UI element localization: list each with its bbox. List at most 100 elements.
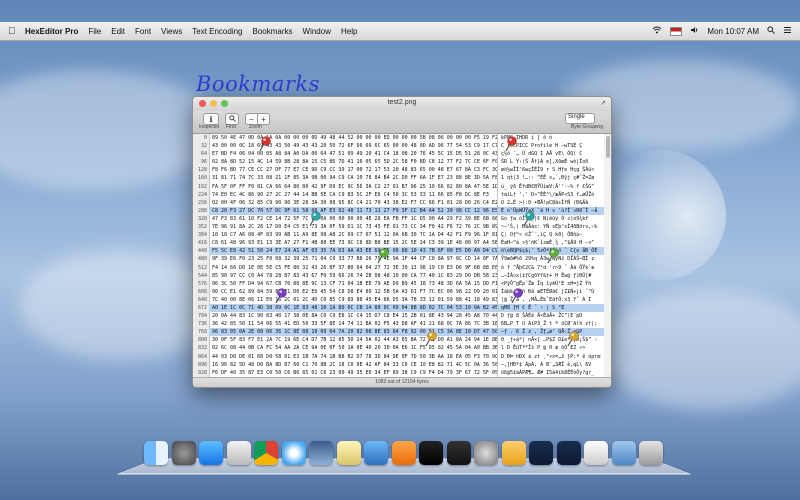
menu-bookmarks[interactable]: Bookmarks: [248, 27, 298, 36]
hex-row[interactable]: 89 50 4E 47 0D 0A 1A 0A 00 00 00 0D 49 4…: [209, 134, 497, 142]
hex-row[interactable]: 02 8A 8D 52 15 4C 14 59 8B 28 8A 15 C5 8…: [209, 158, 497, 166]
hex-row[interactable]: F5 5C E8 42 51 50 24 E7 24 A1 AF 03 35 7…: [209, 247, 497, 256]
ascii-row[interactable]: –‚]HÐº‡`ÁpÃ, À B¯„3ÆÎ è‚qL\ 6V: [498, 361, 604, 369]
hex-row[interactable]: E7 BD F4 06 04 00 05 A8 84 A0 DA 00 64 4…: [209, 150, 497, 158]
ascii-row[interactable]: ô f ^Åþ€2C& 7°d 'r>9 ˜ Àã ÖŸkˆæ: [498, 264, 604, 272]
pages-icon[interactable]: [501, 441, 526, 465]
scrollbar-thumb[interactable]: [606, 136, 610, 158]
ascii-row[interactable]: Gó ƒa òÎ r_|€ N(êûÿ Õ ¤)ò9¾kf: [498, 215, 604, 223]
menu-app-name[interactable]: HexEditor Pro: [20, 27, 83, 36]
hex-row[interactable]: 20 0A 44 83 1C 90 83 40 17 38 0E 8A C0 C…: [209, 312, 497, 320]
hex-row[interactable]: 36 42 85 50 11 54 06 55 41 ED 50 33 5F 8…: [209, 320, 497, 328]
ascii-row[interactable]: øö½wÎÌ'ßwçÎÉÌ9 r S Hƒe Hçg ŠÃü<: [498, 166, 604, 174]
ascii-row[interactable]: tàìL† ',' D»^ÊÉ³\/æÄP<S3 f…øÜŽó: [498, 191, 604, 199]
hex-row[interactable]: C8 61 48 96 93 E1 13 3E A7 27 F1 4B 88 E…: [209, 239, 497, 247]
photoshop-icon[interactable]: [556, 441, 581, 465]
ascii-row[interactable]: ~–‘Š,( ÐäÅás: YÑ sEþ‘sÌ4ðBörv,›‰: [498, 223, 604, 231]
hex-row[interactable]: A0 1E 1C 0C 71 4D 38 09 0C 1E 83 48 10 1…: [209, 303, 497, 313]
trash-icon[interactable]: [639, 441, 663, 465]
hex-row[interactable]: FA 5F 0F FF F0 81 CA 66 64 80 80 42 9F D…: [209, 183, 497, 191]
hex-row[interactable]: 7E 96 91 8A 2C 28 17 D0 E4 C5 E1 73 3A 0…: [209, 223, 497, 231]
hex-row[interactable]: 7C 40 00 8E 06 11 E0 16 2C 01 2C 4D C0 8…: [209, 296, 497, 304]
launchpad-icon[interactable]: [171, 441, 196, 465]
system-preferences-icon[interactable]: [474, 441, 498, 465]
hex-row[interactable]: 31 81 71 74 7C 33 08 21 1F 85 3A 9B 00 9…: [209, 174, 497, 182]
downloads-icon[interactable]: [611, 441, 636, 465]
volume-icon[interactable]: [690, 26, 699, 36]
ibooks-icon[interactable]: [391, 441, 416, 465]
hex-row[interactable]: 44 03 D0 DE 01 68 D0 58 01 E3 1B 7A 74 1…: [209, 353, 497, 361]
apple-menu-icon[interactable]: : [8, 26, 20, 37]
app-store-icon[interactable]: [199, 441, 223, 465]
ascii-row[interactable]: …—ÌÀ¤x(‡ƒCgðYf&t+ H Êw@ ƒ)ÐÛ[#: [498, 272, 604, 280]
ascii-row[interactable]: O 2…É >(:0 •ŒÄ!pC8â÷ÌfÑ (Ð&Äâ: [498, 199, 604, 207]
ascii-row[interactable]: D ƒ@ 8 ŠÀÉè Ä×ÈäÄ+ ŽC”(E¨pD: [498, 312, 604, 320]
menu-clock[interactable]: Mon 10:07 AM: [707, 27, 759, 36]
activity-monitor-icon[interactable]: [419, 441, 443, 465]
hex-row[interactable]: 74 E0 EC 4C 86 90 27 2C 27 44 14 BB 5E C…: [209, 191, 497, 199]
notification-center-icon[interactable]: [783, 26, 792, 36]
fullscreen-icon[interactable]: ↗: [600, 99, 606, 107]
menu-views[interactable]: Views: [156, 27, 187, 36]
hex-row[interactable]: 85 90 97 CC C0 A4 78 28 87 83 43 67 F0 5…: [209, 272, 497, 280]
byte-grouping-label: Byte Grouping: [571, 124, 603, 130]
menu-file[interactable]: File: [83, 27, 106, 36]
ascii-row[interactable]: 0 _ƒ÷á*| nÄ×{ …P$Z D£eºr¡Ð¡Š$” ‹: [498, 336, 604, 344]
hex-editor-icon[interactable]: [584, 441, 608, 465]
ascii-row[interactable]: D ÐÞ hÐX ã zt ¸²×x=„ž }P;ª ê óprœ: [498, 353, 604, 361]
ascii-row[interactable]: qM8 ƒH € Ë ˆ ‹ | S ²E: [498, 303, 604, 313]
hex-row[interactable]: 00 CC E1 62 89 84 59 83 F1 D0 E2 E6 45 5…: [209, 288, 497, 296]
hex-row[interactable]: F4 14 66 D0 1E 0E 5E C5 FE 80 32 43 26 8…: [209, 264, 497, 272]
window-titlebar[interactable]: test2.png ↗: [193, 97, 611, 111]
hex-row[interactable]: 9F 39 E6 F0 23 25 F0 08 32 39 25 71 04 C…: [209, 255, 497, 263]
photo-icon[interactable]: [309, 441, 333, 465]
safari-icon[interactable]: [281, 441, 306, 465]
ascii-row[interactable]: ú_ ÿð ÊfdB€BŸÙìœV:Â'‘·–% f €ŠG^: [498, 183, 604, 191]
ascii-row[interactable]: l D ÊüTª*Îš P @ 0 æ õÕ EZ »>: [498, 344, 604, 352]
finder-icon[interactable]: [144, 441, 168, 465]
ascii-row[interactable]: –ƒ . 6 Ž z ‚ Žƒ„ø’ QÅ:Ž ×GP: [498, 328, 604, 337]
textedit-icon[interactable]: [336, 441, 361, 465]
menu-help[interactable]: Help: [336, 27, 362, 36]
menu-window[interactable]: Window: [298, 27, 336, 36]
ascii-row[interactable]: ÈaH–“á >§'ñKˆîsœÈ¸¾ ,^$Ã9 H —¤^: [498, 239, 604, 247]
photoshop-icon[interactable]: [529, 441, 553, 465]
ascii-row[interactable]: È ó'ÜpWÜŸaX ¯ã H s 'ù?Ì´¤R0˜Ì –å: [498, 206, 604, 215]
input-source-flag-icon[interactable]: [670, 26, 683, 36]
menu-font[interactable]: Font: [130, 27, 156, 36]
preview-icon[interactable]: [226, 441, 251, 465]
wallpaper-cloud: [600, 290, 800, 410]
hex-row[interactable]: 16 96 82 5D 48 D0 BA 8D 87 60 C1 70 8B 2…: [209, 361, 497, 369]
hex-row[interactable]: C8 20 F3 27 DC 70 57 DC 9F 61 58 00 AF E…: [209, 206, 497, 215]
ascii-row[interactable]: öß@5‡ãÀPÆ¶… Æ# I5à4ï‰8ÉÉôÔy?gr_: [498, 369, 604, 377]
hex-content-area[interactable]: 0 32 64 96 128 160 192 224 256 288 320 352 384 416 448…: [193, 134, 611, 387]
hex-row[interactable]: 43 00 00 0C 18 69 43 43 50 49 43 43 20 5…: [209, 142, 497, 150]
ascii-row[interactable]: <PÿÔ”gËpˆŽœ Ïq îy®Ù¹E sH=jZ Ýñ: [498, 280, 604, 288]
terminal-icon[interactable]: [446, 441, 471, 465]
offset-cell: 640: [197, 296, 207, 303]
hex-row[interactable]: F8 F6 BD 77 CE CC 27 DF 77 E7 CE 9D C9 C…: [209, 166, 497, 174]
hex-row[interactable]: 10 18 C7 A6 08 4F 83 99 AB 11 A9 8E 98 A…: [209, 231, 497, 239]
vertical-scrollbar[interactable]: [604, 134, 611, 378]
hex-row[interactable]: 47 F3 83 61 10 F2 CE 14 72 5F 7C 80 0A 0…: [209, 215, 497, 223]
ascii-row[interactable]: 6B…P T U AíP3_Ž t º õCØ¯A!h z†|;: [498, 320, 604, 328]
hex-row[interactable]: 02 6C 08 44 0B CA FC 54 AA 2A CE 9A 0E 0…: [209, 344, 497, 352]
spotlight-icon[interactable]: [767, 26, 775, 36]
menu-text-encoding[interactable]: Text Encoding: [187, 27, 247, 36]
hex-row[interactable]: F6 DF 40 35 87 E3 C0 50 C6 B6 85 01 C6 2…: [209, 369, 497, 377]
chrome-icon[interactable]: [254, 441, 278, 465]
xcode-icon[interactable]: [364, 441, 388, 465]
ascii-row[interactable]: ŠR L Y‹(Š Å†}A e],XðœÈ wò|Îoð: [498, 158, 604, 166]
zoom-label: Zoom: [249, 124, 262, 130]
hex-row[interactable]: 02 00 4F 06 32 85 C9 90 90 3E 28 3A 30 0…: [209, 199, 497, 207]
hex-row[interactable]: 30 0F 5F 83 F7 E1 2A 7C 19 6E C4 D7 7B 1…: [209, 336, 497, 344]
ascii-row[interactable]: 1 qt|3 !…:› ”ÉÊ x„´,Ðÿj ç#ˆŽ=Zø: [498, 174, 604, 182]
hex-column[interactable]: 89 50 4E 47 0D 0A 1A 0A 00 00 00 0D 49 4…: [209, 134, 498, 387]
hex-row[interactable]: 96 83 05 0A 2E 08 06 36 1C 8E 08 10 09 0…: [209, 328, 497, 337]
byte-grouping-select[interactable]: Single: [565, 113, 595, 124]
ascii-row[interactable]: Ç¦ Oƒ™« ©Ž˜¨,iÇ Q k0| ÔBñù–: [498, 231, 604, 239]
wifi-icon[interactable]: [652, 26, 662, 36]
hex-row[interactable]: 06 3C 50 FF D4 94 67 CB 70 88 8E 9C 13 C…: [209, 280, 497, 288]
menu-edit[interactable]: Edit: [106, 27, 130, 36]
offset-cell: 128: [197, 167, 207, 174]
